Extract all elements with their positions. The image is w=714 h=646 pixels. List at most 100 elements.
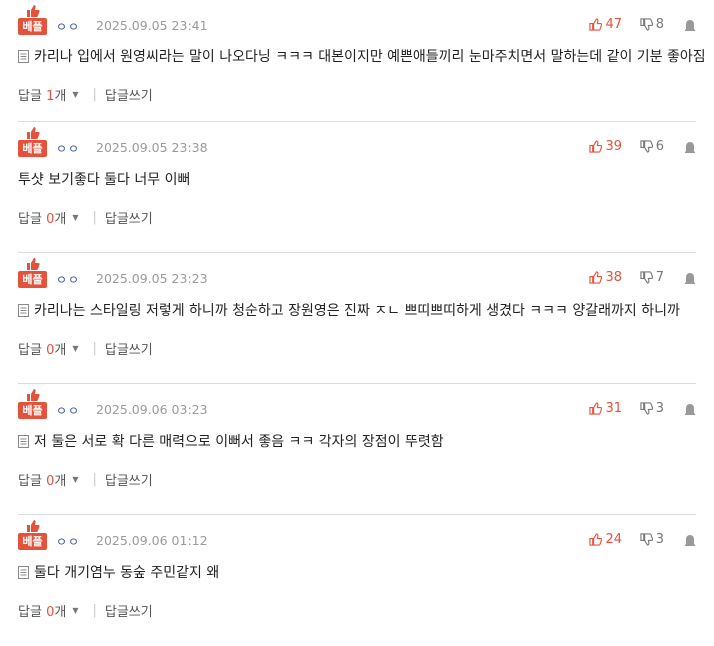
author-nick[interactable]: ㅇㅇ [56, 533, 80, 550]
comment-date: 2025.09.06 01:12 [96, 533, 208, 548]
thumbs-down-icon [640, 271, 653, 284]
write-reply-link[interactable]: 답글쓰기 [105, 470, 153, 489]
thumbs-up-icon [589, 402, 603, 415]
reply-actions: 답글 0개 ▼ | 답글쓰기 [18, 601, 153, 620]
comment-text: 카리나는 스타일링 저렇게 하니까 청순하고 장원영은 진짜 ㅈㄴ 쁘띠쁘띠하게… [34, 303, 680, 319]
author-nick[interactable]: ㅇㅇ [56, 402, 80, 419]
upvote-button[interactable]: 39 [589, 139, 622, 154]
downvote-count: 8 [655, 17, 664, 32]
best-badge: 베플 [18, 519, 48, 555]
report-icon[interactable] [684, 141, 696, 153]
thumbs-up-icon [27, 258, 40, 270]
reply-actions: 답글 0개 ▼ | 답글쓰기 [18, 339, 153, 358]
comment-meta: 베플 ㅇㅇ 2025.09.05 23:23 38 7 [18, 257, 696, 293]
write-reply-link[interactable]: 답글쓰기 [105, 601, 153, 620]
thumbs-down-icon [640, 402, 653, 415]
downvote-button[interactable]: 6 [640, 139, 664, 154]
comment-date: 2025.09.05 23:23 [96, 271, 208, 286]
best-label: 베플 [18, 271, 47, 288]
comment-item: 베플 ㅇㅇ 2025.09.06 03:23 31 3 저 둘은 서로 확 다른… [0, 384, 714, 515]
thumbs-up-icon [589, 533, 603, 546]
best-label: 베플 [18, 533, 47, 550]
comment-body: 카리나는 스타일링 저렇게 하니까 청순하고 장원영은 진짜 ㅈㄴ 쁘띠쁘띠하게… [18, 300, 696, 320]
thumbs-down-icon [640, 533, 653, 546]
report-icon[interactable] [684, 403, 696, 415]
downvote-button[interactable]: 3 [640, 401, 664, 416]
comment-item: 베플 ㅇㅇ 2025.09.05 23:38 39 6 투샷 보기좋다 둘다 너… [0, 122, 714, 253]
downvote-count: 3 [655, 532, 664, 547]
upvote-count: 24 [605, 532, 622, 547]
comment-meta: 베플 ㅇㅇ 2025.09.06 03:23 31 3 [18, 388, 696, 424]
thumbs-up-icon [589, 140, 603, 153]
downvote-button[interactable]: 3 [640, 532, 664, 547]
reply-toggle[interactable]: 답글 0개 [18, 601, 66, 620]
upvote-button[interactable]: 38 [589, 270, 622, 285]
upvote-count: 47 [605, 17, 622, 32]
comment-date: 2025.09.06 03:23 [96, 402, 208, 417]
thumbs-down-icon [640, 18, 653, 31]
reply-toggle[interactable]: 답글 1개 [18, 85, 66, 104]
upvote-button[interactable]: 47 [589, 17, 622, 32]
thumbs-up-icon [27, 520, 40, 532]
comment-item: 베플 ㅇㅇ 2025.09.05 23:41 47 8 카리나 입에서 원영씨라… [0, 0, 714, 122]
report-icon[interactable] [684, 272, 696, 284]
comment-body: 저 둘은 서로 확 다른 매력으로 이뻐서 좋음 ㅋㅋ 각자의 장점이 뚜렷함 [18, 431, 696, 451]
upvote-button[interactable]: 24 [589, 532, 622, 547]
downvote-button[interactable]: 7 [640, 270, 664, 285]
write-reply-link[interactable]: 답글쓰기 [105, 85, 153, 104]
comment-date: 2025.09.05 23:41 [96, 18, 208, 33]
write-reply-link[interactable]: 답글쓰기 [105, 339, 153, 358]
best-badge: 베플 [18, 126, 48, 162]
divider: | [92, 603, 97, 618]
caret-down-icon[interactable]: ▼ [72, 606, 78, 615]
author-nick[interactable]: ㅇㅇ [56, 18, 80, 35]
comment-meta: 베플 ㅇㅇ 2025.09.05 23:41 47 8 [18, 4, 696, 40]
divider: | [92, 472, 97, 487]
reply-toggle[interactable]: 답글 0개 [18, 470, 66, 489]
best-label: 베플 [18, 402, 47, 419]
downvote-count: 7 [655, 270, 664, 285]
caret-down-icon[interactable]: ▼ [72, 90, 78, 99]
comment-body: 카리나 입에서 원영씨라는 말이 나오다닝 ㅋㅋㅋ 대본이지만 예쁜애들끼리 눈… [18, 46, 706, 66]
report-icon[interactable] [684, 534, 696, 546]
best-badge: 베플 [18, 388, 48, 424]
downvote-count: 6 [655, 139, 664, 154]
thumbs-up-icon [27, 127, 40, 139]
caret-down-icon[interactable]: ▼ [72, 213, 78, 222]
caret-down-icon[interactable]: ▼ [72, 344, 78, 353]
thumbs-up-icon [27, 5, 40, 17]
thumbs-down-icon [640, 140, 653, 153]
divider: | [92, 341, 97, 356]
reply-toggle[interactable]: 답글 0개 [18, 339, 66, 358]
upvote-count: 38 [605, 270, 622, 285]
comment-text: 둘다 개기염누 동숲 주민같지 왜 [34, 565, 220, 581]
author-nick[interactable]: ㅇㅇ [56, 271, 80, 288]
divider: | [92, 87, 97, 102]
comment-date: 2025.09.05 23:38 [96, 140, 208, 155]
document-icon [18, 434, 29, 448]
document-icon [18, 303, 29, 317]
upvote-button[interactable]: 31 [589, 401, 622, 416]
thumbs-up-icon [27, 389, 40, 401]
best-badge: 베플 [18, 257, 48, 293]
comment-meta: 베플 ㅇㅇ 2025.09.06 01:12 24 3 [18, 519, 696, 555]
caret-down-icon[interactable]: ▼ [72, 475, 78, 484]
reply-actions: 답글 0개 ▼ | 답글쓰기 [18, 470, 153, 489]
comment-text: 투샷 보기좋다 둘다 너무 이뻐 [18, 172, 191, 188]
author-nick[interactable]: ㅇㅇ [56, 140, 80, 157]
comment-meta: 베플 ㅇㅇ 2025.09.05 23:38 39 6 [18, 126, 696, 162]
divider: | [92, 210, 97, 225]
reply-toggle[interactable]: 답글 0개 [18, 208, 66, 227]
comment-text: 카리나 입에서 원영씨라는 말이 나오다닝 ㅋㅋㅋ 대본이지만 예쁜애들끼리 눈… [34, 49, 706, 65]
document-icon [18, 565, 29, 579]
reply-actions: 답글 0개 ▼ | 답글쓰기 [18, 208, 153, 227]
downvote-count: 3 [655, 401, 664, 416]
reply-actions: 답글 1개 ▼ | 답글쓰기 [18, 85, 153, 104]
comment-text: 저 둘은 서로 확 다른 매력으로 이뻐서 좋음 ㅋㅋ 각자의 장점이 뚜렷함 [34, 434, 444, 450]
report-icon[interactable] [684, 19, 696, 31]
downvote-button[interactable]: 8 [640, 17, 664, 32]
upvote-count: 39 [605, 139, 622, 154]
write-reply-link[interactable]: 답글쓰기 [105, 208, 153, 227]
thumbs-up-icon [589, 271, 603, 284]
comment-item: 베플 ㅇㅇ 2025.09.06 01:12 24 3 둘다 개기염누 동숲 주… [0, 515, 714, 646]
